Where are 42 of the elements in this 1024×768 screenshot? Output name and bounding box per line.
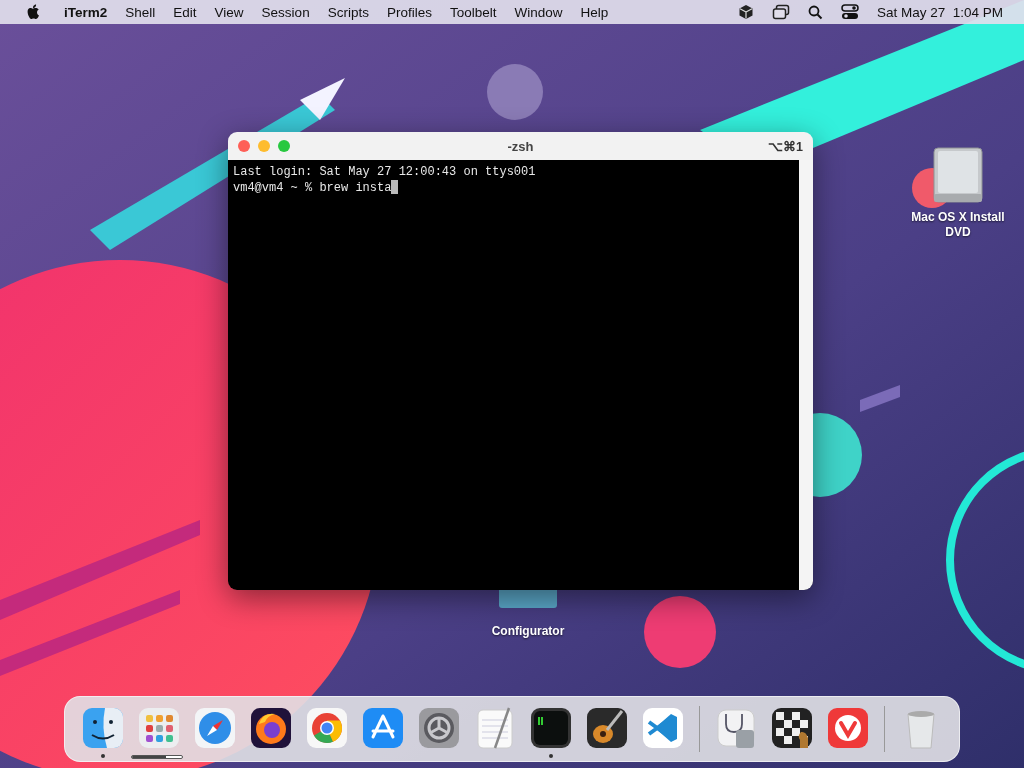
terminal-icon[interactable] [529,706,573,750]
menu-item[interactable]: View [205,4,253,20]
menu-item[interactable]: Shell [116,4,165,20]
terminal-line: Last login: Sat May 27 12:00:43 on ttys001 [233,165,536,179]
search-icon[interactable] [807,4,823,20]
running-indicator [101,754,105,758]
gear-icon[interactable] [417,706,461,750]
menu-item[interactable]: Session [252,4,319,20]
menu-item[interactable]: Help [571,4,618,20]
app-menu[interactable]: iTerm2 [50,4,117,20]
chessboard-icon[interactable] [770,706,814,750]
icon-label: Mac OS X Install DVD [910,210,1006,240]
folder-icon[interactable] [498,590,558,608]
toggles-icon[interactable] [840,4,859,20]
app-store-icon[interactable] [361,706,405,750]
planet-drawing [644,596,716,668]
app-grid-icon[interactable] [137,706,181,750]
icon-label: Configurator [490,624,566,639]
text-cursor [391,180,399,194]
terminal-line: vm4@vm4 ~ % brew insta [233,181,392,195]
menu-item[interactable]: Profiles [377,4,441,20]
menu-item[interactable]: Edit [164,4,206,20]
menu-item[interactable]: Toolbelt [440,4,506,20]
windows-icon[interactable] [771,4,790,20]
running-indicator [549,754,553,758]
close-button[interactable] [238,140,250,152]
compass-icon[interactable] [193,706,237,750]
menu-item[interactable]: Window [505,4,572,20]
fox-globe-icon[interactable] [249,706,293,750]
window-title: -zsh [507,138,534,154]
code-editor-icon[interactable] [641,706,685,750]
smiling-face-icon[interactable] [81,706,125,750]
guitar-icon[interactable] [585,706,629,750]
cube-icon[interactable] [737,4,754,20]
chrome-wheel-icon[interactable] [305,706,349,750]
scrollbar[interactable] [799,160,813,590]
stethoscope-icon[interactable] [714,706,758,750]
menu-item[interactable]: Scripts [318,4,378,20]
menu-clock[interactable]: Sat May 27 1:04 PM [867,4,1012,20]
shortcut-label: ⌥⌘1 [768,138,803,154]
moon-drawing [487,64,543,120]
apple-logo-icon[interactable] [27,4,41,20]
